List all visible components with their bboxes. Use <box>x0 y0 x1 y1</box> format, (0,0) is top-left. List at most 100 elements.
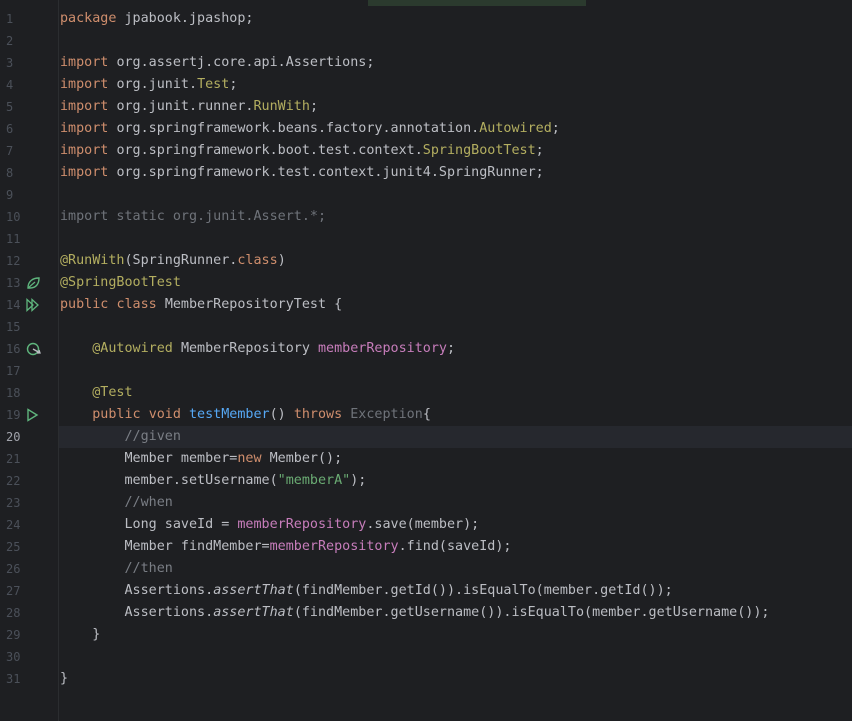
line-number: 17 <box>6 364 21 378</box>
code-line[interactable]: @Autowired MemberRepository memberReposi… <box>59 338 852 360</box>
code-line[interactable]: import org.springframework.beans.factory… <box>59 118 852 140</box>
gutter-line[interactable]: 27 <box>0 580 58 602</box>
code-line[interactable]: public void testMember() throws Exceptio… <box>59 404 852 426</box>
code-line[interactable]: public class MemberRepositoryTest { <box>59 294 852 316</box>
code-token: assertThat <box>213 583 294 598</box>
gutter-line[interactable]: 6 <box>0 118 58 140</box>
gutter-line[interactable]: 1 <box>0 8 58 30</box>
gutter-line[interactable]: 2 <box>0 30 58 52</box>
code-token: import <box>60 55 117 70</box>
code-token: Assertions. <box>60 583 214 598</box>
code-line[interactable]: Member member=new Member(); <box>59 448 852 470</box>
code-line-current[interactable]: //given <box>59 426 852 448</box>
line-number: 21 <box>6 452 21 466</box>
code-line[interactable]: import org.assertj.core.api.Assertions; <box>59 52 852 74</box>
line-number: 25 <box>6 540 21 554</box>
code-text: Member member=new Member(); <box>60 448 342 470</box>
code-token: org.junit.runner. <box>116 99 254 114</box>
code-line[interactable]: Assertions.assertThat(findMember.getId()… <box>59 580 852 602</box>
code-token: public <box>60 297 117 312</box>
gutter-line[interactable]: 15 <box>0 316 58 338</box>
code-token: testMember <box>189 407 270 422</box>
code-line[interactable] <box>59 228 852 250</box>
line-number: 20 <box>6 430 21 444</box>
code-text: package jpabook.jpashop; <box>60 8 254 30</box>
code-editor[interactable]: package jpabook.jpashop; import org.asser… <box>59 0 852 721</box>
code-line[interactable] <box>59 30 852 52</box>
gutter-line[interactable]: 18 <box>0 382 58 404</box>
gutter-line[interactable]: 7 <box>0 140 58 162</box>
code-line[interactable]: } <box>59 624 852 646</box>
code-token: Assertions. <box>60 605 214 620</box>
gutter-line[interactable]: 10 <box>0 206 58 228</box>
code-line[interactable] <box>59 316 852 338</box>
code-line[interactable]: import org.springframework.test.context.… <box>59 162 852 184</box>
gutter-line[interactable]: 22 <box>0 470 58 492</box>
code-line[interactable]: @SpringBootTest <box>59 272 852 294</box>
code-token: } <box>60 627 101 642</box>
line-number: 10 <box>6 210 21 224</box>
code-text: import org.springframework.beans.factory… <box>60 118 560 140</box>
gutter-line[interactable]: 11 <box>0 228 58 250</box>
gutter-line[interactable]: 20 <box>0 426 58 448</box>
gutter-line[interactable]: 23 <box>0 492 58 514</box>
run-test-icon[interactable] <box>26 408 41 422</box>
code-line[interactable]: package jpabook.jpashop; <box>59 8 852 30</box>
gutter-line[interactable]: 21 <box>0 448 58 470</box>
line-number: 28 <box>6 606 21 620</box>
code-token: Long saveId = <box>60 517 238 532</box>
code-line[interactable]: Member findMember=memberRepository.find(… <box>59 536 852 558</box>
code-token: ) <box>277 253 286 268</box>
code-line[interactable]: import org.junit.Test; <box>59 74 852 96</box>
gutter-line[interactable]: 29 <box>0 624 58 646</box>
gutter-line[interactable]: 31 <box>0 668 58 690</box>
code-token: (findMember.getId()).isEqualTo(member.ge… <box>293 583 673 598</box>
code-token: Exception <box>350 407 423 422</box>
code-line[interactable] <box>59 360 852 382</box>
code-token: //given <box>124 429 181 444</box>
code-line[interactable] <box>59 646 852 668</box>
gutter-line[interactable]: 12 <box>0 250 58 272</box>
code-line[interactable]: } <box>59 668 852 690</box>
gutter-line[interactable]: 5 <box>0 96 58 118</box>
line-number: 26 <box>6 562 21 576</box>
code-token: org.springframework.boot.test.context. <box>116 143 423 158</box>
gutter-line[interactable]: 9 <box>0 184 58 206</box>
code-token: assertThat <box>213 605 294 620</box>
gutter-line[interactable]: 8 <box>0 162 58 184</box>
code-line[interactable]: import static org.junit.Assert.*; <box>59 206 852 228</box>
line-number: 23 <box>6 496 21 510</box>
code-text: import org.springframework.test.context.… <box>60 162 544 184</box>
gutter-line[interactable]: 25 <box>0 536 58 558</box>
code-text: @Test <box>60 382 132 404</box>
code-text: import org.junit.Test; <box>60 74 237 96</box>
code-text: //given <box>60 426 181 448</box>
gutter-line[interactable]: 4 <box>0 74 58 96</box>
code-token: Member(); <box>269 451 343 466</box>
gutter-line[interactable]: 24 <box>0 514 58 536</box>
code-line[interactable]: Assertions.assertThat(findMember.getUser… <box>59 602 852 624</box>
gutter-line[interactable]: 26 <box>0 558 58 580</box>
spring-bean-icon[interactable] <box>26 276 41 290</box>
gutter-line[interactable]: 30 <box>0 646 58 668</box>
code-line[interactable]: import org.springframework.boot.test.con… <box>59 140 852 162</box>
run-class-icon[interactable] <box>26 298 41 312</box>
code-line[interactable] <box>59 184 852 206</box>
code-line[interactable]: import org.junit.runner.RunWith; <box>59 96 852 118</box>
line-number: 13 <box>6 276 21 290</box>
code-line[interactable]: member.setUsername("memberA"); <box>59 470 852 492</box>
code-line[interactable]: @RunWith(SpringRunner.class) <box>59 250 852 272</box>
gutter-line[interactable]: 17 <box>0 360 58 382</box>
autowired-bean-icon[interactable] <box>26 342 41 356</box>
code-line[interactable]: Long saveId = memberRepository.save(memb… <box>59 514 852 536</box>
code-token: class <box>237 253 278 268</box>
code-line[interactable]: //then <box>59 558 852 580</box>
code-line[interactable]: //when <box>59 492 852 514</box>
gutter-line[interactable]: 3 <box>0 52 58 74</box>
code-text: import org.assertj.core.api.Assertions; <box>60 52 374 74</box>
code-line[interactable]: @Test <box>59 382 852 404</box>
code-token: import <box>60 165 117 180</box>
gutter-line[interactable]: 28 <box>0 602 58 624</box>
code-token: (SpringRunner. <box>124 253 238 268</box>
